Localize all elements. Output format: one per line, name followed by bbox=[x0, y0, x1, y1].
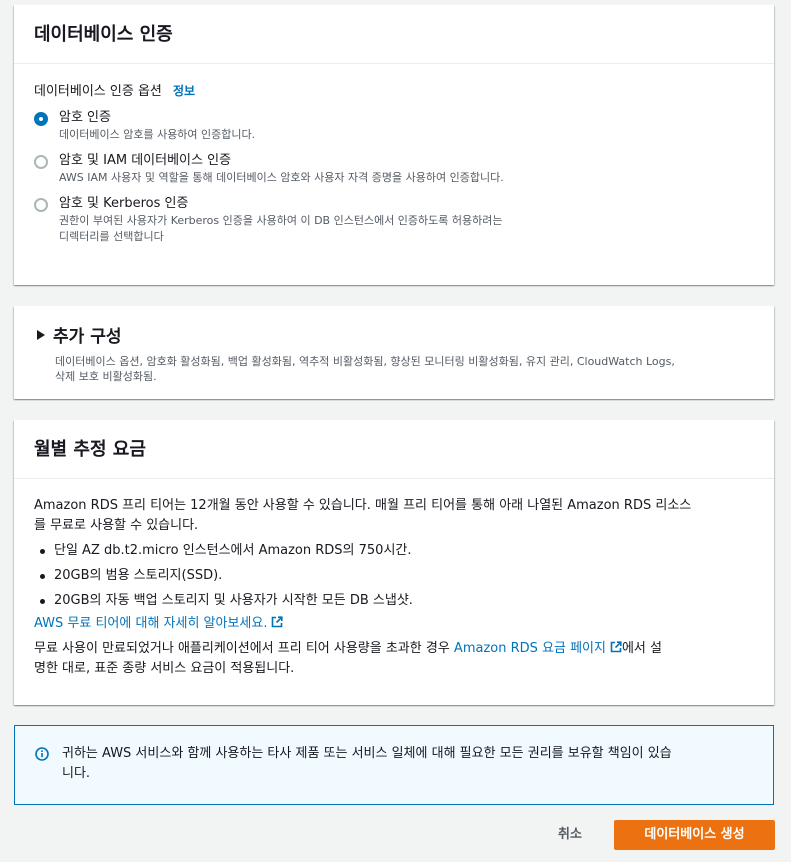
additional-configuration-panel: 추가 구성 데이터베이스 옵션, 암호화 활성화됨, 백업 활성화됨, 역추적 … bbox=[14, 306, 774, 399]
info-icon bbox=[35, 747, 49, 761]
list-item: 20GB의 자동 백업 스토리지 및 사용자가 시작한 모든 DB 스냅샷. bbox=[34, 591, 754, 611]
alert-message-line1: 귀하는 AWS 서비스와 함께 사용하는 타사 제품 또는 서비스 일체에 대해… bbox=[62, 746, 672, 761]
pricing-intro-line1: Amazon RDS 프리 티어는 12개월 동안 사용할 수 있습니다. 매월… bbox=[34, 498, 692, 513]
additional-configuration-toggle[interactable]: 추가 구성 bbox=[37, 322, 754, 347]
auth-option-kerberos-description-line2: 디렉터리를 선택합니다 bbox=[59, 230, 164, 243]
auth-panel-header: 데이터베이스 인증 bbox=[14, 5, 774, 64]
auth-option-kerberos-description-line1: 권한이 부여된 사용자가 Kerberos 인증을 사용하여 이 DB 인스턴스… bbox=[59, 214, 503, 227]
estimated-monthly-costs-panel: 월별 추정 요금 Amazon RDS 프리 티어는 12개월 동안 사용할 수… bbox=[14, 420, 774, 705]
auth-option-iam-description: AWS IAM 사용자 및 역할을 통해 데이터베이스 암호와 사용자 자격 증… bbox=[59, 171, 504, 184]
free-tier-learn-more-link[interactable]: AWS 무료 티어에 대해 자세히 알아보세요. bbox=[34, 616, 267, 631]
auth-panel-title: 데이터베이스 인증 bbox=[34, 24, 173, 45]
auth-option-iam-label: 암호 및 IAM 데이터베이스 인증 bbox=[59, 153, 232, 168]
radio-password-selected[interactable] bbox=[34, 112, 48, 126]
radio-iam[interactable] bbox=[34, 155, 48, 169]
list-item: 단일 AZ db.t2.micro 인스턴스에서 Amazon RDS의 750… bbox=[34, 541, 754, 561]
additional-configuration-summary-line2: 삭제 보호 비활성화됨. bbox=[55, 370, 157, 383]
auth-option-iam[interactable]: 암호 및 IAM 데이터베이스 인증 AWS IAM 사용자 및 역할을 통해 … bbox=[34, 152, 754, 186]
auth-options-label: 데이터베이스 인증 옵션 bbox=[34, 84, 162, 99]
auth-option-password-description: 데이터베이스 암호를 사용하여 인증합니다. bbox=[59, 128, 256, 141]
alert-message: 귀하는 AWS 서비스와 함께 사용하는 타사 제품 또는 서비스 일체에 대해… bbox=[62, 744, 672, 784]
external-link-icon[interactable] bbox=[271, 616, 284, 628]
pricing-note-prefix: 무료 사용이 만료되었거나 애플리케이션에서 프리 티어 사용량을 초과한 경우 bbox=[34, 641, 454, 656]
database-authentication-panel: 데이터베이스 인증 데이터베이스 인증 옵션 정보 암호 인증 데이터베이스 암… bbox=[14, 5, 774, 285]
auth-option-kerberos-label: 암호 및 Kerberos 인증 bbox=[59, 196, 189, 211]
pricing-note-line2: 명한 대로, 표준 종량 서비스 요금이 적용됩니다. bbox=[34, 661, 295, 676]
auth-option-kerberos[interactable]: 암호 및 Kerberos 인증 권한이 부여된 사용자가 Kerberos 인… bbox=[34, 195, 754, 245]
pricing-intro-line2: 를 무료로 사용할 수 있습니다. bbox=[34, 518, 199, 533]
alert-message-line2: 니다. bbox=[62, 766, 91, 781]
auth-option-password-label: 암호 인증 bbox=[59, 110, 111, 125]
additional-configuration-summary-line1: 데이터베이스 옵션, 암호화 활성화됨, 백업 활성화됨, 역추적 비활성화됨,… bbox=[55, 355, 675, 368]
create-database-button[interactable]: 데이터베이스 생성 bbox=[614, 820, 775, 850]
info-alert: 귀하는 AWS 서비스와 함께 사용하는 타사 제품 또는 서비스 일체에 대해… bbox=[14, 725, 774, 805]
external-link-icon[interactable] bbox=[610, 641, 622, 653]
additional-configuration-summary: 데이터베이스 옵션, 암호화 활성화됨, 백업 활성화됨, 역추적 비활성화됨,… bbox=[55, 354, 755, 384]
auth-option-password[interactable]: 암호 인증 데이터베이스 암호를 사용하여 인증합니다. bbox=[34, 109, 754, 143]
additional-configuration-title[interactable]: 추가 구성 bbox=[53, 322, 121, 347]
cancel-button[interactable]: 취소 bbox=[540, 820, 600, 850]
rds-pricing-page-link[interactable]: Amazon RDS 요금 페이지 bbox=[454, 641, 606, 656]
info-link[interactable]: 정보 bbox=[173, 84, 195, 98]
pricing-panel-title: 월별 추정 요금 bbox=[34, 439, 146, 460]
list-item: 20GB의 범용 스토리지(SSD). bbox=[34, 566, 754, 586]
pricing-panel-header: 월별 추정 요금 bbox=[14, 420, 774, 479]
free-tier-list: 단일 AZ db.t2.micro 인스턴스에서 Amazon RDS의 750… bbox=[34, 541, 754, 611]
pricing-note-suffix: 에서 설 bbox=[621, 641, 662, 656]
radio-kerberos[interactable] bbox=[34, 198, 48, 212]
auth-options-label-row: 데이터베이스 인증 옵션 정보 bbox=[34, 80, 754, 99]
caret-right-icon[interactable] bbox=[37, 329, 45, 340]
